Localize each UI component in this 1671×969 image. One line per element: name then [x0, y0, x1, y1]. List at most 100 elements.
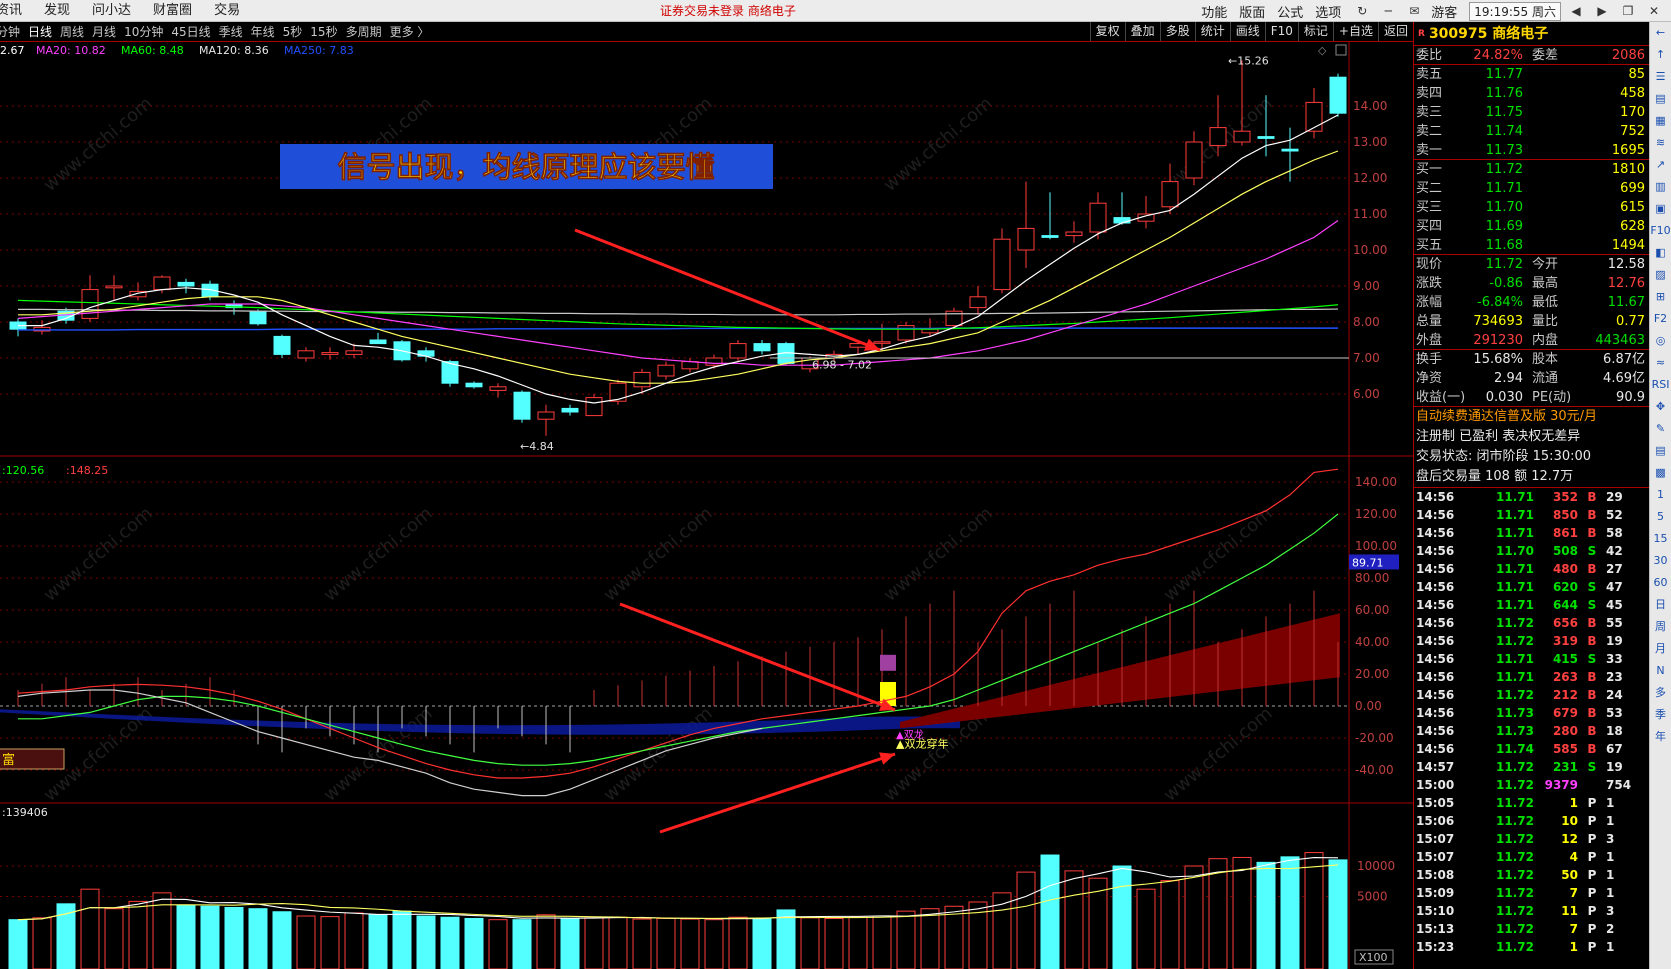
sidebar-icon[interactable]: ≈: [1650, 352, 1671, 374]
sidebar-icon[interactable]: 多: [1650, 682, 1671, 704]
sidebar-icon[interactable]: ◧: [1650, 242, 1671, 264]
close-icon[interactable]: ✕: [1645, 4, 1663, 18]
sidebar-icon[interactable]: F2: [1650, 308, 1671, 330]
guest-label[interactable]: 游客: [1431, 2, 1457, 21]
period-tab[interactable]: 分钟: [0, 22, 20, 42]
volume-bar: [392, 910, 412, 969]
tool-button[interactable]: 返回: [1377, 22, 1413, 41]
tool-button[interactable]: +自选: [1332, 22, 1378, 41]
period-tab[interactable]: 多周期: [346, 22, 382, 42]
tool-button[interactable]: 叠加: [1124, 22, 1160, 41]
sidebar-icon[interactable]: ←: [1650, 22, 1671, 44]
period-tab[interactable]: 日线: [28, 22, 52, 42]
refresh-icon[interactable]: ↻: [1353, 4, 1371, 18]
stat-row[interactable]: 总量 734693 量比 0.77: [1414, 312, 1649, 331]
sidebar-icon[interactable]: ☰: [1650, 66, 1671, 88]
sidebar-icon[interactable]: ▨: [1650, 264, 1671, 286]
ask-row[interactable]: 卖五 11.77 85: [1414, 65, 1649, 84]
weibi-row[interactable]: 委比 24.82% 委差 2086: [1414, 46, 1649, 65]
candle-body: [1209, 127, 1227, 147]
menu-item[interactable]: 问小达: [92, 0, 131, 22]
sidebar-icon[interactable]: ◎: [1650, 330, 1671, 352]
tool-button[interactable]: 标记: [1297, 22, 1333, 41]
stat-row[interactable]: 外盘 291230 内盘 443463: [1414, 331, 1649, 350]
period-tab[interactable]: 10分钟: [124, 22, 163, 42]
info-line[interactable]: 自动续费通达信普及版 30元/月: [1414, 407, 1649, 427]
period-tab[interactable]: 15秒: [310, 22, 337, 42]
tool-button[interactable]: 统计: [1194, 22, 1230, 41]
ask-row[interactable]: 卖四 11.76 458: [1414, 84, 1649, 103]
ask-row[interactable]: 卖三 11.75 170: [1414, 103, 1649, 122]
info-line[interactable]: 注册制 已盈利 表决权无差异: [1414, 427, 1649, 447]
sidebar-icon[interactable]: 月: [1650, 638, 1671, 660]
sidebar-icon[interactable]: ▥: [1650, 176, 1671, 198]
sidebar-icon[interactable]: ▤: [1650, 88, 1671, 110]
back-icon[interactable]: ◀: [1567, 4, 1585, 18]
bid-row[interactable]: 买五 11.68 1494: [1414, 236, 1649, 255]
period-tab[interactable]: 45日线: [171, 22, 210, 42]
top-menu-item[interactable]: 版面: [1239, 2, 1265, 21]
menu-item[interactable]: 财富圈: [153, 0, 192, 22]
diamond-icon[interactable]: ◇: [1318, 44, 1327, 57]
sidebar-icon[interactable]: 1: [1650, 484, 1671, 506]
sidebar-icon[interactable]: ✥: [1650, 396, 1671, 418]
ask-row[interactable]: 卖二 11.74 752: [1414, 122, 1649, 141]
sidebar-icon[interactable]: RSI: [1650, 374, 1671, 396]
bid-row[interactable]: 买三 11.70 615: [1414, 198, 1649, 217]
sidebar-icon[interactable]: ✎: [1650, 418, 1671, 440]
volume-bar: [656, 917, 676, 969]
period-tab[interactable]: 年线: [251, 22, 275, 42]
menu-item[interactable]: 交易: [214, 0, 240, 22]
sidebar-icon[interactable]: 日: [1650, 594, 1671, 616]
sidebar-icon[interactable]: F10: [1650, 220, 1671, 242]
sidebar-icon[interactable]: 季: [1650, 704, 1671, 726]
bid-row[interactable]: 买二 11.71 699: [1414, 179, 1649, 198]
top-menu-item[interactable]: 功能: [1201, 2, 1227, 21]
sidebar-icon[interactable]: N: [1650, 660, 1671, 682]
sidebar-icon[interactable]: 年: [1650, 726, 1671, 748]
sidebar-icon[interactable]: ↑: [1650, 44, 1671, 66]
sidebar-icon[interactable]: ▩: [1650, 462, 1671, 484]
ask-row[interactable]: 卖一 11.73 1695: [1414, 141, 1649, 160]
restore-icon[interactable]: ❐: [1619, 4, 1637, 18]
top-menu-item[interactable]: 选项: [1315, 2, 1341, 21]
info-line[interactable]: 盘后交易量 108 额 12.7万: [1414, 467, 1649, 487]
sidebar-icon[interactable]: ▣: [1650, 198, 1671, 220]
menu-item[interactable]: 发现: [44, 0, 70, 22]
candlestick-chart[interactable]: www.cfchi.com www.cfchi.comwww.cfchi.com w…: [0, 42, 1413, 969]
top-menu-item[interactable]: 公式: [1277, 2, 1303, 21]
stat-row[interactable]: 涨跌 -0.86 最高 12.76: [1414, 274, 1649, 293]
tool-button[interactable]: 多股: [1159, 22, 1195, 41]
period-tab[interactable]: 5秒: [283, 22, 303, 42]
price-tick-label: 14.00: [1353, 99, 1387, 113]
period-tab[interactable]: 季线: [219, 22, 243, 42]
forward-icon[interactable]: ▶: [1593, 4, 1611, 18]
period-tab[interactable]: 月线: [92, 22, 116, 42]
sidebar-icon[interactable]: ⊞: [1650, 286, 1671, 308]
period-tab[interactable]: 周线: [60, 22, 84, 42]
stat-row[interactable]: 净资 2.94 流通 4.69亿: [1414, 369, 1649, 388]
sidebar-icon[interactable]: ≋: [1650, 132, 1671, 154]
stat-row[interactable]: 现价 11.72 今开 12.58: [1414, 255, 1649, 274]
sidebar-icon[interactable]: ▦: [1650, 110, 1671, 132]
stat-row[interactable]: 涨幅 -6.84% 最低 11.67: [1414, 293, 1649, 312]
tool-button[interactable]: 画线: [1229, 22, 1265, 41]
bid-row[interactable]: 买一 11.72 1810: [1414, 160, 1649, 179]
menu-item[interactable]: 资讯: [0, 0, 22, 22]
sidebar-icon[interactable]: 30: [1650, 550, 1671, 572]
sidebar-icon[interactable]: ↗: [1650, 154, 1671, 176]
bid-row[interactable]: 买四 11.69 628: [1414, 217, 1649, 236]
minimize-icon[interactable]: ─: [1379, 4, 1397, 18]
period-tab[interactable]: 更多 〉: [390, 22, 430, 42]
tool-button[interactable]: 复权: [1089, 22, 1125, 41]
sidebar-icon[interactable]: 15: [1650, 528, 1671, 550]
stat-row[interactable]: 收益(一) 0.030 PE(动) 90.9: [1414, 388, 1649, 407]
stat-row[interactable]: 换手 15.68% 股本 6.87亿: [1414, 350, 1649, 369]
info-line[interactable]: 交易状态: 闭市阶段 15:30:00: [1414, 447, 1649, 467]
sidebar-icon[interactable]: ▤: [1650, 440, 1671, 462]
mail-icon[interactable]: ✉: [1405, 4, 1423, 18]
sidebar-icon[interactable]: 5: [1650, 506, 1671, 528]
sidebar-icon[interactable]: 60: [1650, 572, 1671, 594]
sidebar-icon[interactable]: 周: [1650, 616, 1671, 638]
tool-button[interactable]: F10: [1264, 22, 1298, 41]
